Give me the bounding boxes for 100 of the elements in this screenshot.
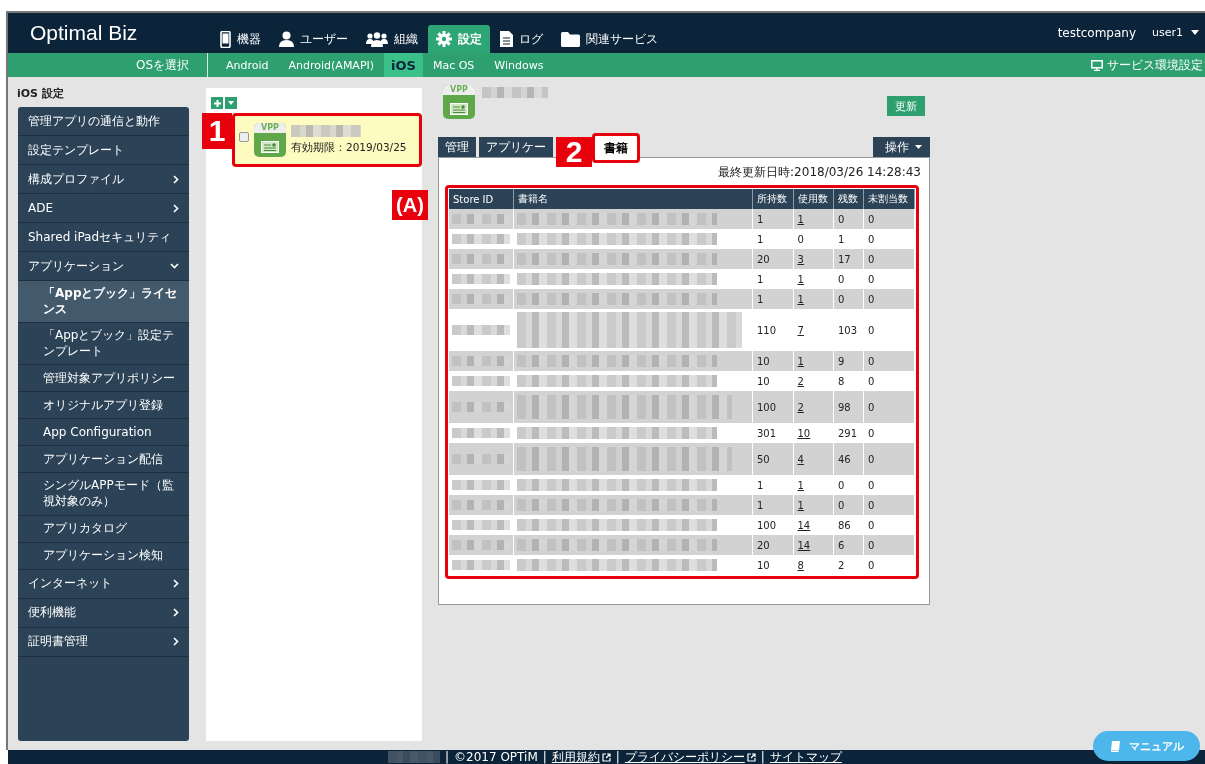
used-count-link[interactable]: 2 (797, 401, 804, 413)
chevron-right-icon (173, 608, 179, 618)
used-count-link[interactable]: 1 (797, 355, 804, 367)
tab[interactable]: 管理 (438, 137, 476, 157)
chevron-right-icon (173, 174, 179, 184)
blurred-text (452, 254, 510, 264)
sidebar-item[interactable]: ADE (18, 194, 189, 223)
blurred-text (452, 376, 510, 386)
sidebar-subitem[interactable]: アプリカタログ (18, 515, 189, 543)
company-name: testcompany (1057, 25, 1136, 40)
used-count-link[interactable]: 1 (797, 213, 804, 225)
table-cell: 0 (863, 535, 915, 555)
used-count-link[interactable]: 4 (797, 453, 804, 465)
used-count-link[interactable]: 8 (797, 559, 804, 571)
blurred-text (452, 540, 510, 550)
nav-tab[interactable]: ログ (492, 25, 551, 53)
sidebar-item[interactable]: 証明書管理 (18, 627, 189, 657)
separator-text: | (760, 750, 765, 764)
sidebar-subitem[interactable]: 管理対象アプリポリシー (18, 365, 189, 393)
blurred-text (452, 214, 510, 224)
callout-label: (A) (392, 190, 428, 220)
used-count-link[interactable]: 10 (797, 427, 811, 439)
sidebar-item[interactable]: 管理アプリの通信と動作 (18, 107, 189, 136)
blurred-text (452, 356, 510, 366)
nav-tab[interactable]: 関連サービス (553, 25, 666, 53)
caret-icon (1191, 30, 1199, 35)
used-count-link[interactable]: 14 (797, 519, 811, 531)
blurred-text (388, 751, 440, 763)
column-header: 使用数 (793, 189, 834, 209)
chevron-right-icon (173, 203, 179, 213)
table-cell: 1 (752, 209, 793, 229)
sidebar-subitem[interactable]: App Configuration (18, 419, 189, 447)
footer-link[interactable]: 利用規約 (551, 750, 611, 764)
table-cell: 98 (833, 391, 864, 423)
logo[interactable]: Optimal Biz (8, 20, 212, 45)
blurred-text (452, 500, 510, 510)
sidebar-item[interactable]: Shared iPadセキュリティ (18, 223, 189, 252)
used-count-link[interactable]: 3 (797, 253, 804, 265)
sidebar-subitem[interactable]: オリジナルアプリ登録 (18, 392, 189, 420)
used-count-link[interactable]: 1 (797, 499, 804, 511)
sidebar-item[interactable]: 便利機能 (18, 598, 189, 628)
separator-text: | (615, 750, 620, 764)
table-cell: 0 (833, 209, 864, 229)
column-header: 未割当数 (863, 189, 915, 209)
nav-tab[interactable]: 組織 (358, 25, 426, 53)
column-header: 所持数 (752, 189, 793, 209)
license-card[interactable]: VPP 有効期限：2019/03/25 (232, 113, 422, 167)
footer-link[interactable]: サイトマップ (769, 750, 842, 764)
last-updated-text: 最終更新日時:2018/03/26 14:28:43 (717, 164, 921, 181)
nav-tab[interactable]: 機器 (212, 25, 269, 53)
table-cell: 1 (752, 289, 793, 309)
table-cell: 0 (863, 249, 915, 269)
table-cell: 50 (752, 443, 793, 475)
blurred-text (452, 234, 510, 244)
sidebar-subitem[interactable]: アプリケーション配信 (18, 446, 189, 474)
used-count-link[interactable]: 7 (797, 324, 804, 336)
blurred-text (452, 428, 510, 438)
sidebar-item[interactable]: 設定テンプレート (18, 136, 189, 165)
used-count-link[interactable]: 1 (797, 293, 804, 305)
chevron-right-icon (173, 579, 179, 589)
folder-icon (561, 31, 580, 47)
sidebar-subitem[interactable]: 「Appとブック」設定テンプレート (18, 323, 189, 366)
table-cell: 20 (752, 535, 793, 555)
blurred-text (452, 402, 510, 412)
dropdown-button[interactable] (225, 97, 237, 109)
table-cell: 0 (833, 289, 864, 309)
used-count-link[interactable]: 2 (797, 375, 804, 387)
sidebar-subitem[interactable]: 「Appとブック」ライセンス (18, 281, 189, 324)
table-cell: 0 (863, 443, 915, 475)
book-icon (1109, 740, 1121, 752)
os-tab[interactable]: iOS (384, 53, 423, 77)
table-cell: 0 (833, 495, 864, 515)
smartphone-icon (220, 30, 231, 48)
checkbox[interactable] (239, 132, 249, 142)
monitor-icon (1091, 59, 1103, 71)
used-count-link[interactable]: 1 (797, 273, 804, 285)
tab[interactable]: アプリケー (479, 137, 553, 157)
callout-label: 2 (556, 137, 592, 167)
plus-icon (213, 99, 221, 107)
external-link-icon (746, 752, 756, 762)
table-cell: 0 (863, 391, 915, 423)
sidebar-item[interactable]: インターネット (18, 569, 189, 599)
vpp-icon: VPP (443, 85, 475, 119)
sidebar-subitem[interactable]: アプリケーション検知 (18, 542, 189, 570)
footer-link[interactable]: プライバシーポリシー (624, 750, 756, 764)
add-button[interactable] (211, 97, 223, 109)
callout-label: 1 (202, 113, 232, 149)
sidebar-subitem[interactable]: シングルAPPモード（監視対象のみ） (18, 473, 189, 516)
actions-button[interactable]: 操作 (873, 137, 930, 157)
caret-icon (228, 101, 234, 105)
user-menu[interactable]: user1 (1152, 26, 1199, 39)
vpp-icon: VPP (254, 123, 286, 157)
sidebar-item[interactable]: 構成プロファイル (18, 165, 189, 194)
chevron-down-icon (170, 263, 179, 269)
table-cell: 0 (863, 209, 915, 229)
used-count-link[interactable]: 1 (797, 479, 804, 491)
table-cell: 0 (863, 555, 915, 575)
table-cell: 0 (863, 351, 915, 371)
table-cell: 20 (752, 249, 793, 269)
nav-tab[interactable]: ユーザー (271, 25, 356, 53)
